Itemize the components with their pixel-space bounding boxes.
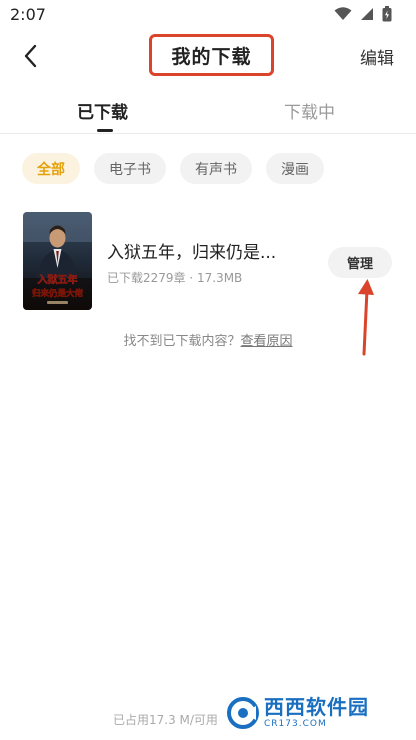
cell-signal-icon (361, 8, 373, 20)
tab-bar: 已下载 下载中 (0, 88, 416, 134)
filter-chip-ebook[interactable]: 电子书 (94, 153, 166, 184)
help-prefix: 找不到已下载内容？ (123, 334, 241, 349)
screen: 2:07 我的下载 编辑 已下载 下载中 全部 电子书 有声书 漫画 入狱五年 … (0, 0, 416, 740)
chevron-left-icon (24, 44, 37, 68)
watermark-sub: CR173.COM (264, 719, 327, 729)
manage-button[interactable]: 管理 (328, 247, 392, 278)
view-reason-link[interactable]: 查看原因 (241, 334, 293, 349)
status-time: 2:07 (10, 5, 46, 24)
back-button[interactable] (18, 42, 46, 70)
status-icons (334, 6, 392, 22)
book-title: 入狱五年，归来仍是... (107, 243, 277, 263)
filter-chips: 全部 电子书 有声书 漫画 (22, 153, 324, 184)
watermark-main: 西西软件园 (264, 695, 369, 719)
book-meta: 已下载2279章 · 17.3MB (107, 271, 243, 285)
tab-downloading[interactable]: 下载中 (284, 98, 335, 123)
status-bar: 2:07 (0, 0, 416, 30)
battery-icon (382, 6, 392, 22)
filter-chip-comic[interactable]: 漫画 (266, 153, 324, 184)
tab-downloaded[interactable]: 已下载 (77, 98, 128, 123)
page-title-box: 我的下载 (149, 34, 274, 76)
book-cover: 入狱五年 归来仍是大佬 (23, 212, 92, 310)
watermark-logo-icon (227, 697, 259, 729)
tab-active-indicator (97, 129, 113, 132)
watermark: 西西软件园 CR173.COM (220, 690, 396, 736)
edit-button[interactable]: 编辑 (360, 44, 394, 69)
filter-chip-all[interactable]: 全部 (22, 153, 80, 184)
header: 我的下载 编辑 (0, 30, 416, 82)
cover-title-line2: 归来仍是大佬 (32, 288, 84, 299)
help-text: 找不到已下载内容？查看原因 (0, 330, 416, 349)
cover-title-line1: 入狱五年 (38, 273, 78, 286)
filter-chip-audiobook[interactable]: 有声书 (180, 153, 252, 184)
storage-info: 已占用17.3 M/可用 (113, 713, 218, 727)
page-title: 我的下载 (171, 45, 252, 68)
wifi-icon (334, 7, 352, 20)
